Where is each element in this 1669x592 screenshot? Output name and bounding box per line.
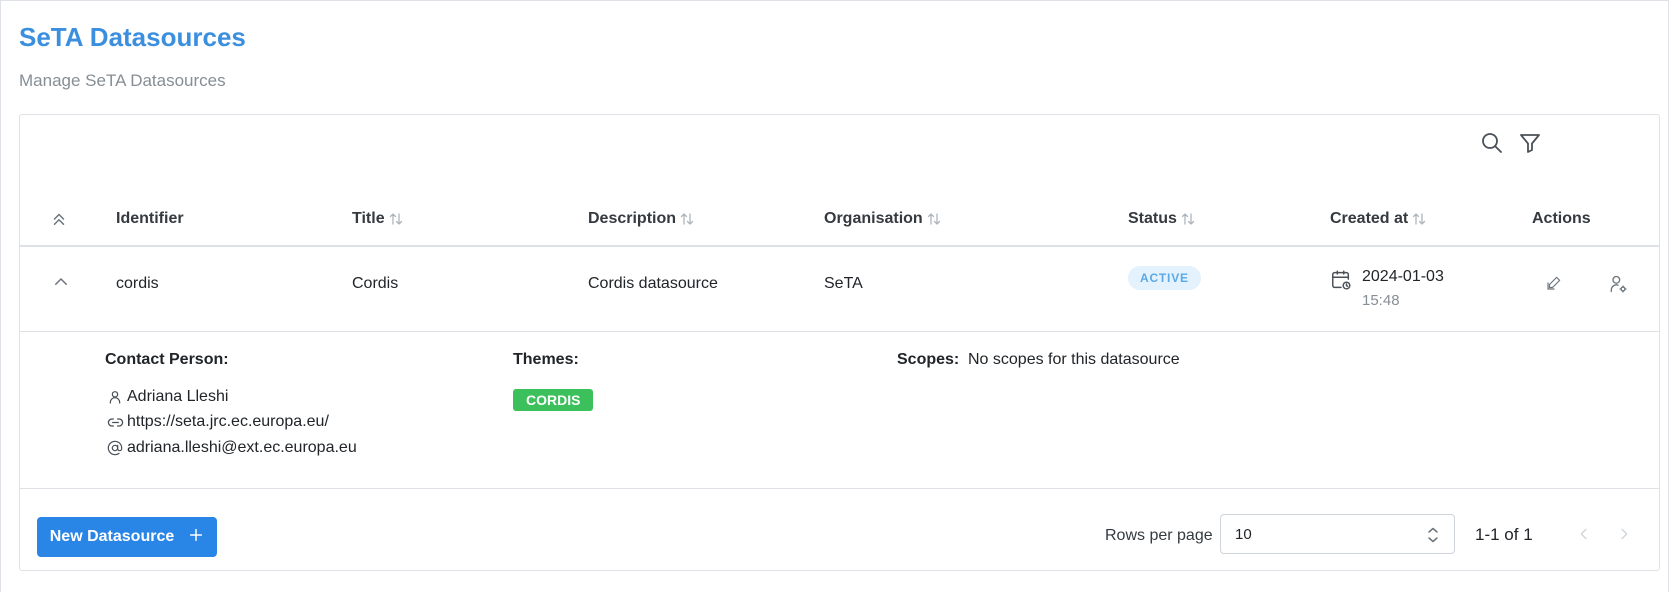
theme-tag: CORDIS	[513, 389, 594, 411]
scopes-label: Scopes:	[897, 351, 960, 368]
cell-title: Cordis	[352, 275, 399, 292]
selector-icon	[1426, 526, 1440, 548]
new-datasource-button[interactable]: New Datasource	[37, 517, 217, 557]
row-details-panel: Contact Person: Adriana Lleshi https://s…	[20, 332, 1659, 489]
column-header-organisation[interactable]: Organisation	[824, 191, 942, 247]
user-icon	[105, 389, 125, 405]
rows-per-page-select[interactable]: 10	[1220, 514, 1455, 554]
cell-organisation: SeTA	[824, 275, 863, 292]
pagination-range: 1-1 of 1	[1475, 525, 1533, 544]
column-header-actions: Actions	[1532, 210, 1591, 227]
contact-website[interactable]: https://seta.jrc.ec.europa.eu/	[105, 413, 329, 431]
sort-icon[interactable]	[1180, 211, 1196, 227]
edit-icon[interactable]	[1545, 274, 1563, 297]
page-subtitle: Manage SeTA Datasources	[19, 71, 226, 90]
collapse-row-icon[interactable]	[52, 273, 70, 296]
table-header: Identifier Title Description Organisatio…	[20, 191, 1659, 247]
calendar-clock-icon	[1330, 269, 1352, 296]
previous-page-icon[interactable]	[1573, 523, 1595, 545]
sort-icon[interactable]	[1411, 211, 1427, 227]
page-title: SeTA Datasources	[19, 22, 246, 52]
scopes-empty-text: No scopes for this datasource	[968, 351, 1180, 368]
contact-email[interactable]: adriana.lleshi@ext.ec.europa.eu	[105, 439, 357, 457]
themes-label: Themes:	[513, 351, 579, 368]
column-header-description[interactable]: Description	[588, 191, 695, 247]
sort-icon[interactable]	[388, 211, 404, 227]
cell-created-date: 2024-01-03	[1362, 268, 1444, 285]
status-badge: ACTIVE	[1128, 266, 1201, 290]
expand-all-icon[interactable]	[50, 191, 68, 247]
filter-icon[interactable]	[1516, 129, 1544, 157]
at-icon	[105, 440, 125, 456]
rows-per-page-label: Rows per page	[1105, 527, 1213, 544]
search-icon[interactable]	[1478, 129, 1506, 157]
contact-name: Adriana Lleshi	[105, 388, 228, 406]
column-header-status[interactable]: Status	[1128, 191, 1196, 247]
contact-person-label: Contact Person:	[105, 351, 229, 368]
sort-icon[interactable]	[679, 211, 695, 227]
plus-icon	[188, 527, 204, 548]
cell-created-time: 15:48	[1362, 292, 1400, 309]
table-row[interactable]: cordis Cordis Cordis datasource SeTA ACT…	[20, 247, 1659, 332]
cell-identifier: cordis	[116, 275, 159, 292]
column-header-title[interactable]: Title	[352, 191, 404, 247]
user-settings-icon[interactable]	[1608, 274, 1628, 299]
link-icon	[105, 414, 125, 431]
table-footer: New Datasource Rows per page 10 1-1 of 1	[20, 489, 1659, 570]
next-page-icon[interactable]	[1613, 523, 1635, 545]
datasources-table-card: Identifier Title Description Organisatio…	[19, 114, 1660, 571]
column-header-created-at[interactable]: Created at	[1330, 191, 1427, 247]
cell-description: Cordis datasource	[588, 275, 718, 292]
column-header-identifier: Identifier	[116, 210, 184, 227]
sort-icon[interactable]	[926, 211, 942, 227]
